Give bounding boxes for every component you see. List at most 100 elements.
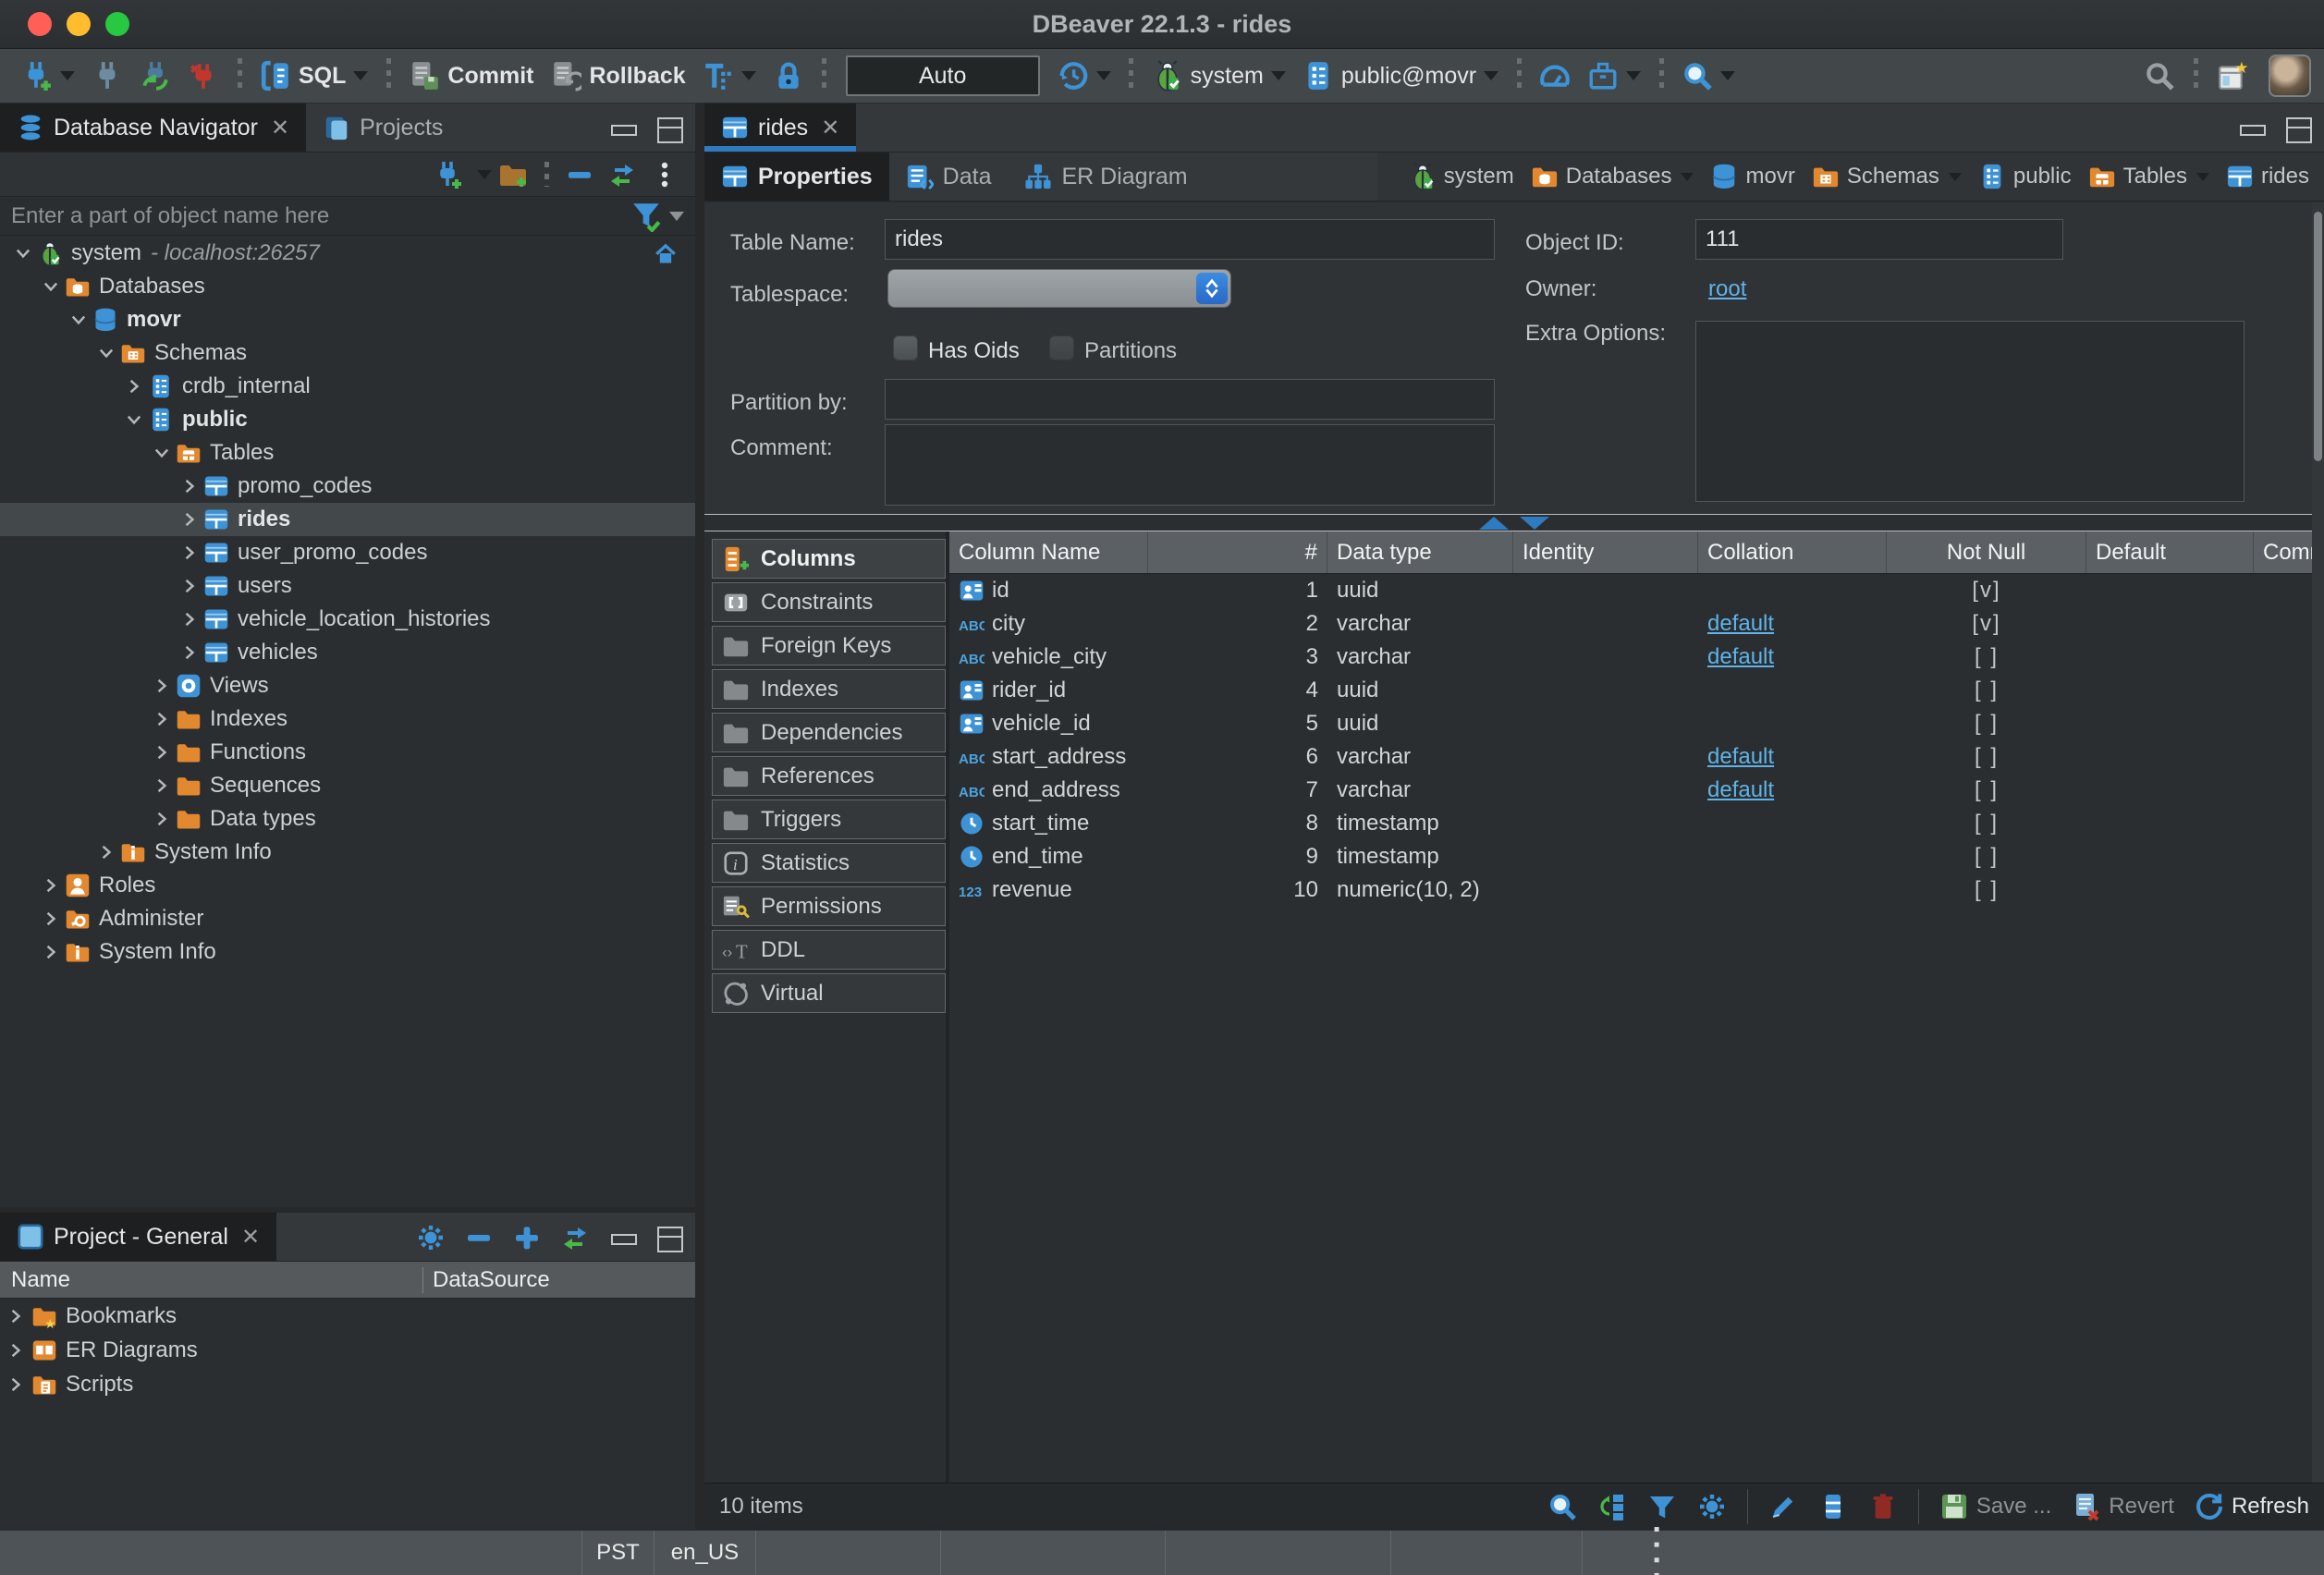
transaction-mode-button[interactable] bbox=[699, 55, 760, 96]
chevron-down-icon[interactable] bbox=[92, 342, 120, 364]
collation-link[interactable]: default bbox=[1707, 777, 1774, 803]
tree-item-user-promo-codes[interactable]: user_promo_codes bbox=[0, 536, 695, 569]
tree-item-administer[interactable]: Administer bbox=[0, 902, 695, 935]
collation-link[interactable]: default bbox=[1707, 744, 1774, 770]
grid-row-rider_id[interactable]: rider_id4uuid[ ] bbox=[949, 674, 2324, 707]
dashboard-button[interactable] bbox=[1535, 55, 1574, 96]
sidebar-item-constraints[interactable]: Constraints bbox=[712, 582, 946, 622]
breadcrumb-system[interactable]: system bbox=[1409, 163, 1514, 190]
drag-handle-icon[interactable]: ▪ ▪ ▪ ▪ bbox=[1646, 1525, 1668, 1575]
chevron-right-icon[interactable] bbox=[120, 375, 148, 397]
tree-item-databases[interactable]: Databases bbox=[0, 270, 695, 303]
partitions-checkbox[interactable] bbox=[1049, 336, 1074, 360]
collapse-up-icon[interactable] bbox=[1479, 517, 1509, 530]
collapse-all-icon[interactable] bbox=[565, 160, 594, 189]
chevron-down-icon[interactable] bbox=[120, 409, 148, 431]
column-header-name[interactable]: Name bbox=[0, 1267, 423, 1293]
navigator-filter[interactable]: Enter a part of object name here bbox=[0, 197, 695, 236]
tree-item-system-info[interactable]: System Info bbox=[0, 935, 695, 969]
tree-item-system[interactable]: system - localhost:26257 bbox=[0, 237, 695, 270]
chevron-right-icon[interactable] bbox=[37, 941, 65, 963]
tree-item-schemas[interactable]: Schemas bbox=[0, 336, 695, 370]
grid-column-header-not-null[interactable]: Not Null bbox=[1887, 531, 2086, 573]
sidebar-item-indexes[interactable]: Indexes bbox=[712, 669, 946, 709]
breadcrumb-public[interactable]: public bbox=[1978, 163, 2072, 190]
sidebar-item-virtual[interactable]: Virtual bbox=[712, 973, 946, 1013]
tree-item-views[interactable]: Views bbox=[0, 669, 695, 702]
chevron-down-icon[interactable] bbox=[477, 170, 492, 179]
chevron-down-icon[interactable] bbox=[669, 212, 684, 221]
sidebar-item-permissions[interactable]: Permissions bbox=[712, 886, 946, 926]
vertical-scrollbar[interactable] bbox=[2312, 202, 2324, 1483]
tree-item-vehicle-location-histories[interactable]: vehicle_location_histories bbox=[0, 603, 695, 636]
tab-database-navigator[interactable]: Database Navigator ✕ bbox=[0, 104, 306, 152]
breadcrumb-rides[interactable]: rides bbox=[2226, 163, 2309, 190]
tree-item-users[interactable]: users bbox=[0, 569, 695, 603]
disconnect-button[interactable] bbox=[184, 55, 223, 96]
timezone-indicator[interactable]: PST bbox=[582, 1531, 654, 1575]
chevron-right-icon[interactable] bbox=[148, 675, 176, 697]
splitter-sash[interactable] bbox=[704, 514, 2324, 531]
commit-button[interactable]: Commit bbox=[405, 55, 537, 96]
tree-item-system-info[interactable]: System Info bbox=[0, 836, 695, 869]
chevron-right-icon[interactable] bbox=[148, 741, 176, 763]
grid-row-vehicle_city[interactable]: ABCvehicle_city3varchardefault[ ] bbox=[949, 641, 2324, 674]
collation-link[interactable]: default bbox=[1707, 644, 1774, 670]
chevron-right-icon[interactable] bbox=[37, 874, 65, 897]
cell-not-null[interactable]: [ ] bbox=[1887, 774, 2086, 807]
chevron-down-icon[interactable] bbox=[65, 309, 92, 331]
chevron-right-icon[interactable] bbox=[92, 841, 120, 863]
project-item-bookmarks[interactable]: ★Bookmarks bbox=[0, 1299, 695, 1333]
minimize-panel-icon[interactable] bbox=[608, 1226, 636, 1250]
sidebar-item-columns[interactable]: Columns bbox=[712, 539, 946, 579]
chevron-right-icon[interactable] bbox=[0, 1306, 31, 1326]
breadcrumb-movr[interactable]: movr bbox=[1710, 163, 1794, 190]
grid-column-header-identity[interactable]: Identity bbox=[1513, 531, 1698, 573]
cell-not-null[interactable]: [v] bbox=[1887, 574, 2086, 607]
tab-project-general[interactable]: Project - General ✕ bbox=[0, 1213, 276, 1261]
filter-button[interactable] bbox=[1647, 1492, 1677, 1521]
chevron-down-icon[interactable] bbox=[1949, 173, 1962, 181]
reconnect-button[interactable] bbox=[136, 55, 175, 96]
maximize-editor-icon[interactable] bbox=[2283, 116, 2311, 140]
active-database-selector[interactable]: system bbox=[1148, 55, 1290, 96]
commit-mode-combo[interactable]: Auto bbox=[846, 55, 1040, 96]
grid-row-id[interactable]: id1uuid[v] bbox=[949, 574, 2324, 607]
link-with-editor-icon[interactable] bbox=[607, 160, 637, 189]
chevron-down-icon[interactable] bbox=[2196, 173, 2209, 181]
chevron-right-icon[interactable] bbox=[37, 908, 65, 930]
grid-column-header-data-type[interactable]: Data type bbox=[1327, 531, 1513, 573]
filter-settings-icon[interactable] bbox=[630, 201, 662, 232]
grid-row-start_address[interactable]: ABCstart_address6varchardefault[ ] bbox=[949, 740, 2324, 774]
cell-not-null[interactable]: [ ] bbox=[1887, 674, 2086, 707]
grid-row-end_address[interactable]: ABCend_address7varchardefault[ ] bbox=[949, 774, 2324, 807]
rollback-button[interactable]: Rollback bbox=[546, 55, 689, 96]
project-item-er-diagrams[interactable]: ER Diagrams bbox=[0, 1333, 695, 1367]
collapse-all-icon[interactable] bbox=[464, 1223, 494, 1252]
maximize-panel-icon[interactable] bbox=[654, 116, 682, 140]
extra-options-textarea[interactable] bbox=[1695, 321, 2244, 502]
tree-item-crdb-internal[interactable]: crdb_internal bbox=[0, 370, 695, 403]
active-schema-selector[interactable]: public@movr bbox=[1299, 55, 1502, 96]
tree-item-public[interactable]: public bbox=[0, 403, 695, 436]
sidebar-item-dependencies[interactable]: Dependencies bbox=[712, 713, 946, 752]
global-search-button[interactable] bbox=[2140, 55, 2179, 96]
grid-column-header-collation[interactable]: Collation bbox=[1698, 531, 1887, 573]
subtab-data[interactable]: Data bbox=[889, 153, 1009, 201]
grid-column-header-default[interactable]: Default bbox=[2086, 531, 2254, 573]
breadcrumb-schemas[interactable]: Schemas bbox=[1812, 163, 1962, 190]
subtab-er-diagram[interactable]: ER Diagram bbox=[1008, 153, 1204, 201]
sidebar-item-statistics[interactable]: iStatistics bbox=[712, 843, 946, 883]
chevron-right-icon[interactable] bbox=[148, 808, 176, 830]
chevron-right-icon[interactable] bbox=[176, 475, 203, 497]
cell-not-null[interactable]: [v] bbox=[1887, 607, 2086, 641]
new-connection-button[interactable] bbox=[18, 55, 79, 96]
connect-button[interactable] bbox=[88, 55, 127, 96]
tab-projects[interactable]: Projects bbox=[306, 104, 459, 152]
cell-not-null[interactable]: [ ] bbox=[1887, 641, 2086, 674]
chevron-down-icon[interactable] bbox=[9, 242, 37, 264]
search-button[interactable] bbox=[1547, 1492, 1577, 1521]
tree-item-tables[interactable]: Tables bbox=[0, 436, 695, 470]
table-name-input[interactable]: rides bbox=[885, 219, 1495, 260]
sidebar-item-triggers[interactable]: Triggers bbox=[712, 800, 946, 839]
